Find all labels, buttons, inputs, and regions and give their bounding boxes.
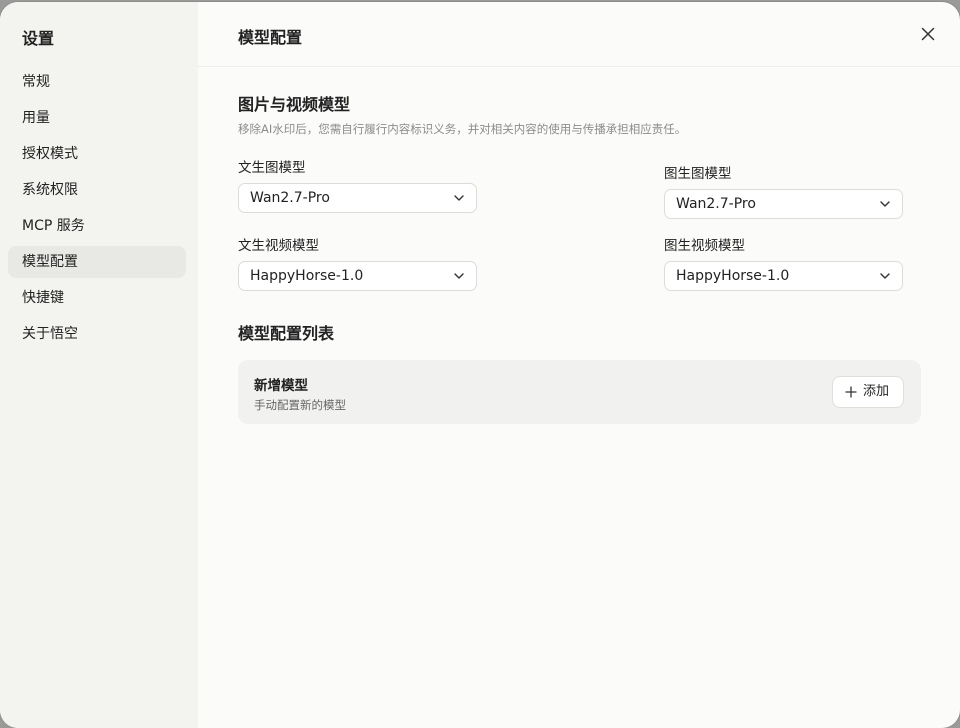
label-text-to-image: 文生图模型 xyxy=(238,160,306,176)
main-panel: 模型配置 图片与视频模型 移除AI水印后，您需自行履行内容标识义务，并对相关内容… xyxy=(198,2,960,728)
section-description: 移除AI水印后，您需自行履行内容标识义务，并对相关内容的使用与传播承担相应责任。 xyxy=(238,122,687,136)
select-value: Wan2.7-Pro xyxy=(676,196,756,212)
select-image-to-image[interactable]: Wan2.7-Pro xyxy=(664,189,903,219)
sidebar-item-system-permissions[interactable]: 系统权限 xyxy=(8,174,186,206)
close-button[interactable] xyxy=(918,24,938,44)
add-model-button[interactable]: 添加 xyxy=(832,376,904,408)
section-title-image-video: 图片与视频模型 xyxy=(238,95,351,114)
new-model-subtitle: 手动配置新的模型 xyxy=(254,398,346,412)
new-model-title: 新增模型 xyxy=(254,378,308,394)
page-title: 模型配置 xyxy=(238,28,303,47)
sidebar-item-about[interactable]: 关于悟空 xyxy=(8,318,186,350)
select-image-to-video[interactable]: HappyHorse-1.0 xyxy=(664,261,903,291)
select-value: HappyHorse-1.0 xyxy=(676,268,790,284)
sidebar-item-model-config[interactable]: 模型配置 xyxy=(8,246,186,278)
new-model-card: 新增模型 手动配置新的模型 添加 xyxy=(238,360,921,424)
label-image-to-image: 图生图模型 xyxy=(664,166,732,182)
sidebar: 设置 常规 用量 授权模式 系统权限 MCP 服务 模型配置 快捷键 关于悟空 xyxy=(0,2,198,728)
sidebar-item-mcp-service[interactable]: MCP 服务 xyxy=(8,210,186,242)
select-text-to-video[interactable]: HappyHorse-1.0 xyxy=(238,261,477,291)
label-image-to-video: 图生视频模型 xyxy=(664,238,745,254)
sidebar-item-general[interactable]: 常规 xyxy=(8,66,186,98)
select-value: Wan2.7-Pro xyxy=(250,190,330,206)
sidebar-title: 设置 xyxy=(22,29,55,48)
sidebar-item-shortcuts[interactable]: 快捷键 xyxy=(8,282,186,314)
add-button-label: 添加 xyxy=(863,384,890,399)
chevron-down-icon xyxy=(880,273,890,279)
chevron-down-icon xyxy=(454,273,464,279)
sidebar-item-authorization-mode[interactable]: 授权模式 xyxy=(8,138,186,170)
plus-icon xyxy=(845,386,857,398)
header: 模型配置 xyxy=(198,2,960,67)
sidebar-item-usage[interactable]: 用量 xyxy=(8,102,186,134)
chevron-down-icon xyxy=(880,201,890,207)
label-text-to-video: 文生视频模型 xyxy=(238,238,319,254)
chevron-down-icon xyxy=(454,195,464,201)
select-text-to-image[interactable]: Wan2.7-Pro xyxy=(238,183,477,213)
settings-window: 设置 常规 用量 授权模式 系统权限 MCP 服务 模型配置 快捷键 关于悟空 … xyxy=(0,2,960,728)
close-icon xyxy=(921,27,935,41)
section-title-model-list: 模型配置列表 xyxy=(238,324,335,343)
sidebar-nav: 常规 用量 授权模式 系统权限 MCP 服务 模型配置 快捷键 关于悟空 xyxy=(8,66,186,354)
select-value: HappyHorse-1.0 xyxy=(250,268,364,284)
